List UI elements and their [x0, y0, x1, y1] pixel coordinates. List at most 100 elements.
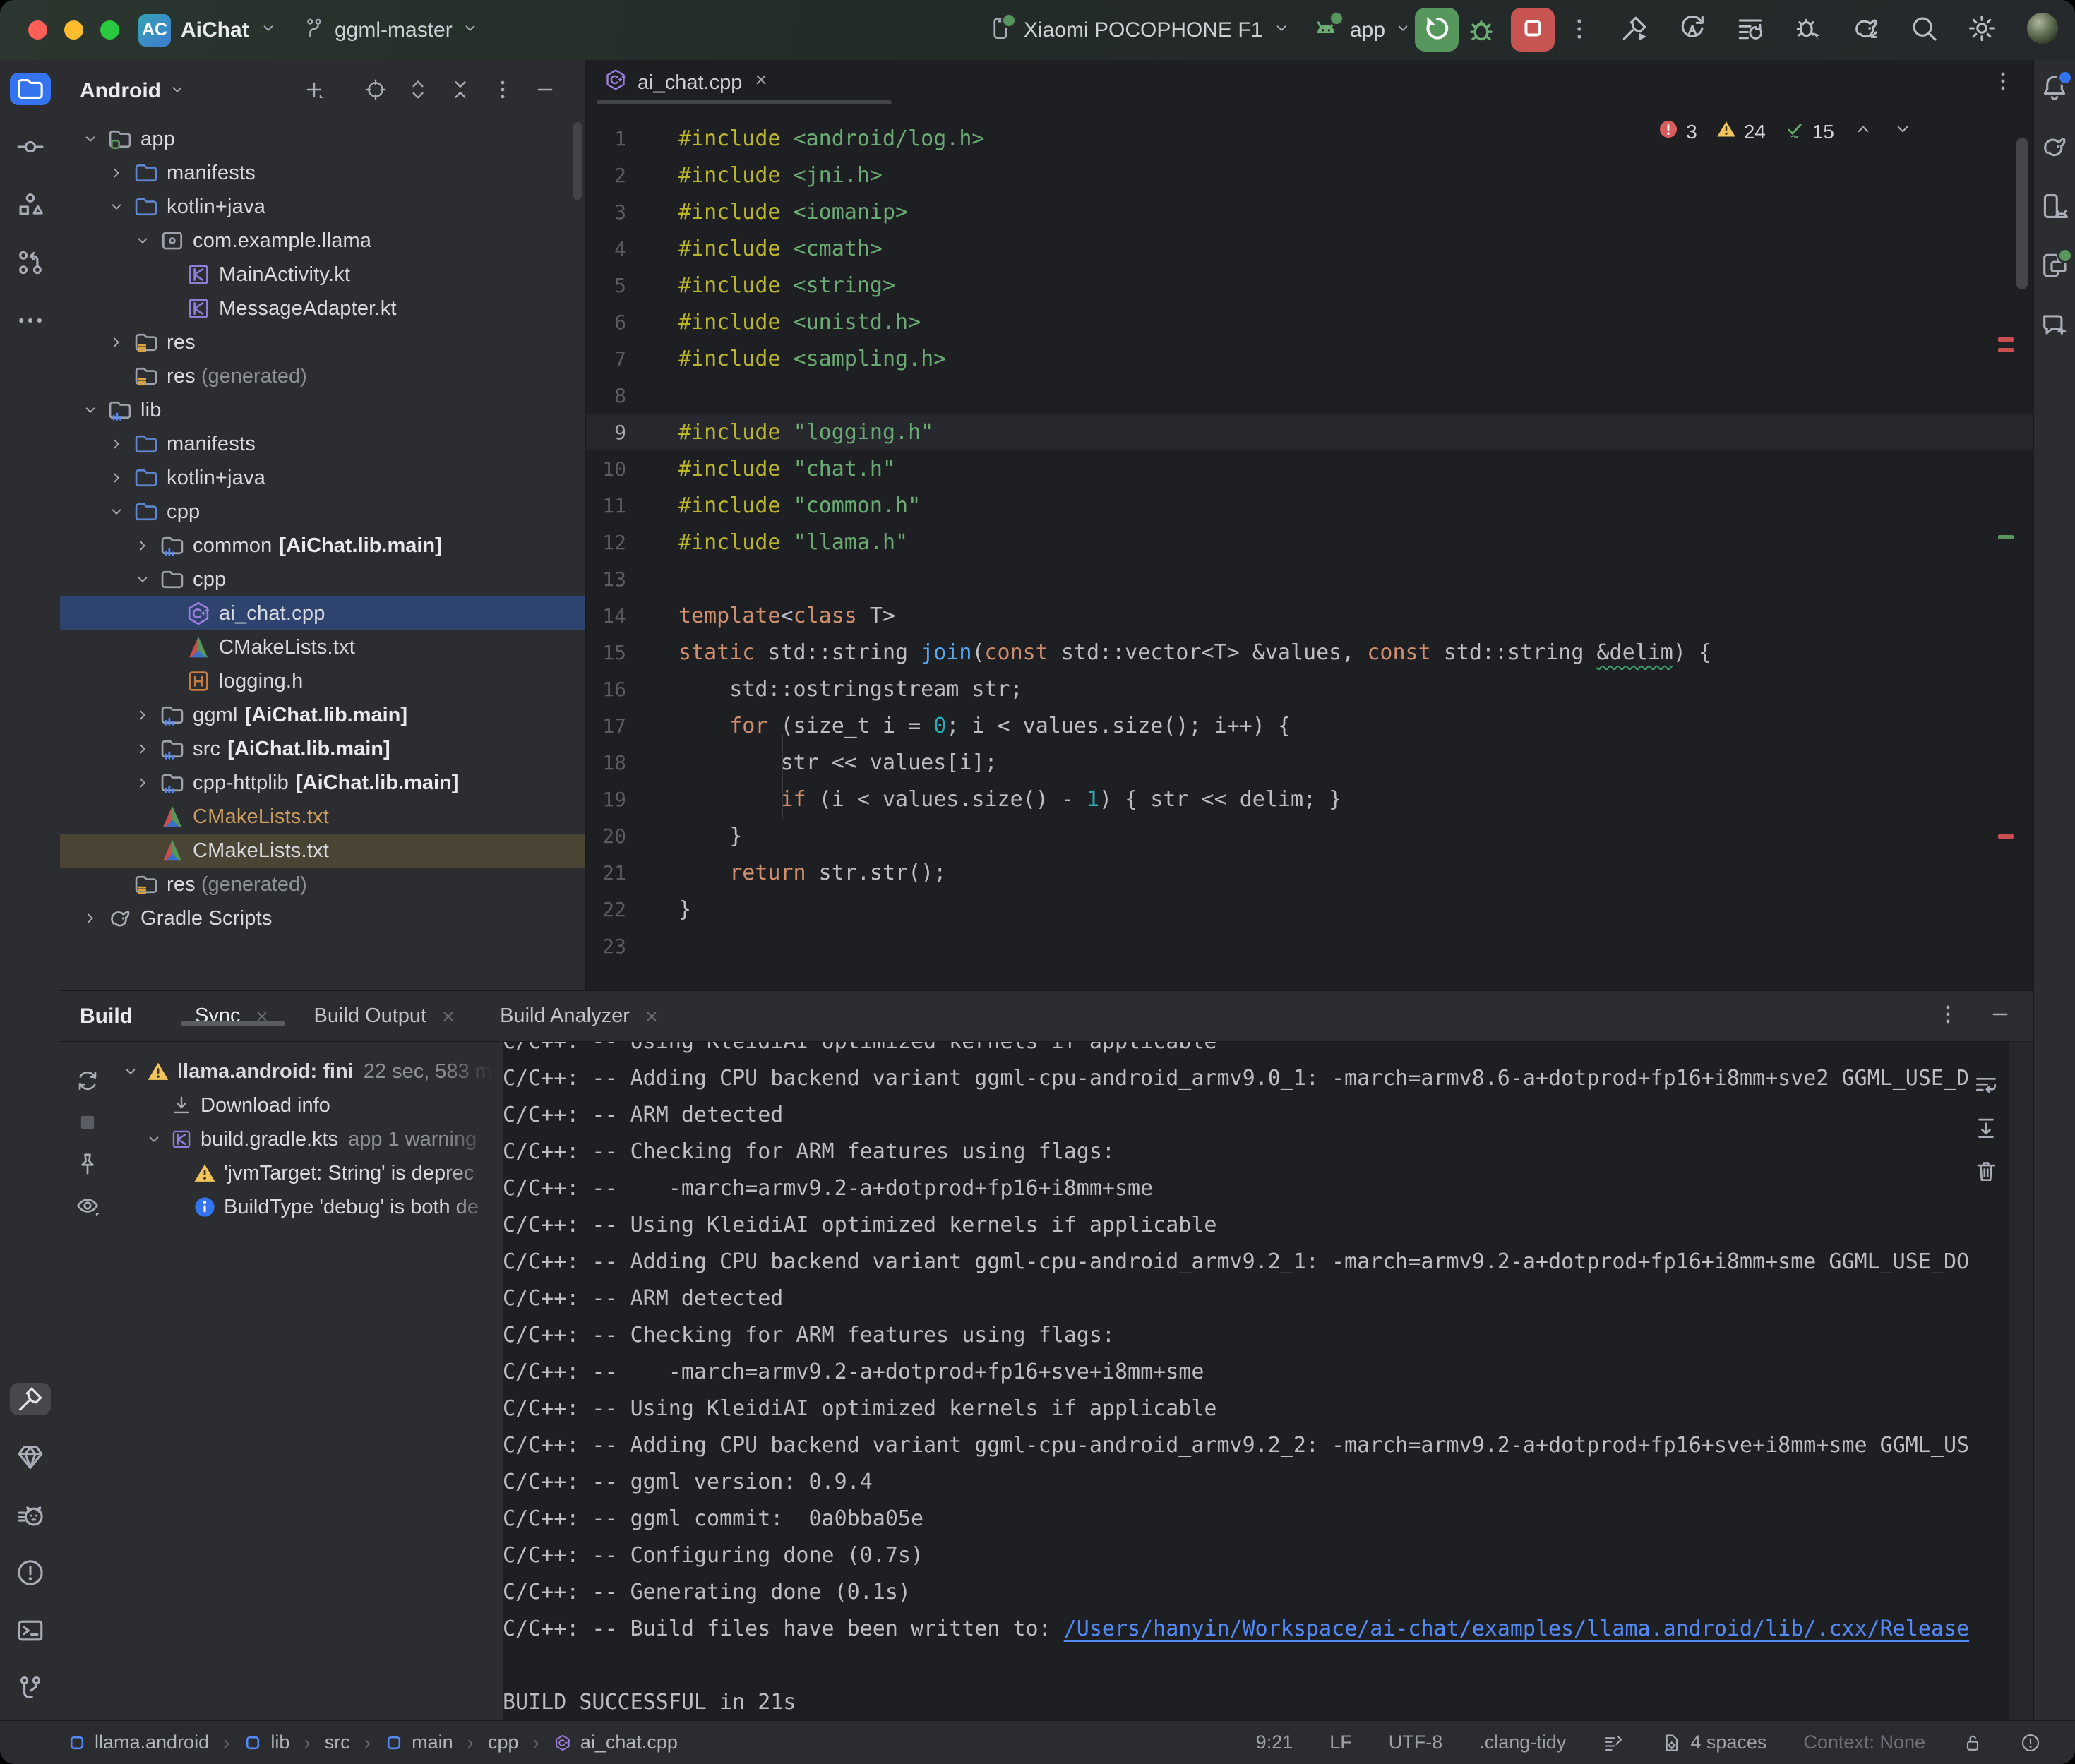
- status-widget-9-21[interactable]: 9:21: [1256, 1732, 1293, 1753]
- sync-alt-button[interactable]: [1677, 13, 1708, 47]
- vcs-branch-widget[interactable]: ggml-master: [302, 0, 479, 60]
- tree-item-kotlin-java[interactable]: kotlin+java: [60, 190, 585, 224]
- breadcrumb-item[interactable]: llama.android: [68, 1732, 209, 1753]
- build-console[interactable]: C/C++: -- Using KleidiAI optimized kerne…: [503, 1042, 2009, 1720]
- gradle-sync-button[interactable]: [1850, 13, 1882, 47]
- bug-attach-button[interactable]: [1793, 13, 1824, 47]
- log-link[interactable]: /Users/hanyin/Workspace/ai-chat/examples…: [1064, 1616, 1969, 1641]
- close-window-button[interactable]: [28, 20, 47, 40]
- tree-item-cpp-httplib[interactable]: cpp-httplib[AiChat.lib.main]: [60, 766, 585, 800]
- inspections-widget[interactable]: 3 24 15: [1658, 119, 1913, 145]
- soft-wrap-button[interactable]: [1973, 1072, 1999, 1102]
- chevron-down-icon[interactable]: [1892, 119, 1913, 140]
- tree-item-cpp[interactable]: cpp: [60, 563, 585, 596]
- tree-item-common[interactable]: common[AiChat.lib.main]: [60, 529, 585, 563]
- tree-item-res[interactable]: res(generated): [60, 868, 585, 901]
- chevron-right-icon[interactable]: [133, 740, 152, 758]
- tab-build-output[interactable]: Build Output: [292, 1004, 479, 1028]
- scroll-end-button[interactable]: [1973, 1115, 1999, 1145]
- error-stripe-mark[interactable]: [1998, 337, 2014, 342]
- tree-item-ai-chat-cpp[interactable]: ai_chat.cpp: [60, 596, 585, 630]
- tree-item-cpp[interactable]: cpp: [60, 495, 585, 529]
- tree-item-src[interactable]: src[AiChat.lib.main]: [60, 732, 585, 766]
- error-stripe-mark[interactable]: [1998, 834, 2014, 839]
- settings-button[interactable]: [1966, 13, 1997, 47]
- build-tree-item[interactable]: llama.android: fini22 sec, 583 ms: [115, 1055, 498, 1088]
- build-list-button[interactable]: [1735, 13, 1766, 47]
- user-avatar[interactable]: [2024, 10, 2061, 50]
- tool-stripe-problems-button[interactable]: [10, 1556, 51, 1589]
- status-widget-4-spaces[interactable]: 4 spaces: [1661, 1732, 1766, 1753]
- status-widget-context-none[interactable]: Context: None: [1803, 1732, 1925, 1753]
- more-run-options-button[interactable]: [1566, 16, 1593, 46]
- tool-stripe-vcs-button[interactable]: [10, 246, 51, 279]
- tool-stripe-more-button[interactable]: [10, 304, 51, 337]
- chevron-right-icon[interactable]: [133, 536, 152, 555]
- tool-stripe-project-button[interactable]: [10, 73, 51, 105]
- close-tab-icon[interactable]: [253, 1007, 271, 1026]
- chevron-down-icon[interactable]: [81, 130, 100, 148]
- target-button[interactable]: [364, 78, 388, 105]
- minimize-window-button[interactable]: [64, 20, 83, 40]
- next-problem-button[interactable]: [1892, 119, 1913, 145]
- tool-stripe-running-devices-button[interactable]: [2034, 249, 2075, 282]
- build-run-button[interactable]: [1619, 13, 1650, 47]
- build-options-button[interactable]: [1936, 1002, 1960, 1030]
- tab-scroll-indicator[interactable]: [597, 100, 892, 104]
- chevron-down-icon[interactable]: [145, 1130, 163, 1148]
- tree-item-res[interactable]: res(generated): [60, 359, 585, 393]
- search-button[interactable]: [1908, 13, 1939, 47]
- breadcrumb-item[interactable]: ai_chat.cpp: [554, 1732, 678, 1753]
- editor-scrollbar[interactable]: [2016, 138, 2028, 289]
- build-tree-item[interactable]: Download info: [115, 1088, 498, 1122]
- close-icon[interactable]: [752, 71, 770, 89]
- chevron-down-icon[interactable]: [81, 401, 100, 419]
- editor-options-button[interactable]: [1991, 69, 2015, 97]
- tool-stripe-gem-button[interactable]: [10, 1441, 51, 1473]
- hide-build-panel-button[interactable]: [1988, 1002, 2012, 1030]
- minus-button[interactable]: [533, 78, 557, 105]
- code-editor[interactable]: 1#include <android/log.h>2#include <jni.…: [587, 106, 2033, 990]
- status-widget-attention[interactable]: [2020, 1732, 2041, 1753]
- tree-item-ggml[interactable]: ggml[AiChat.lib.main]: [60, 698, 585, 732]
- chevron-down-icon[interactable]: [121, 1062, 140, 1081]
- tool-stripe-terminal-button[interactable]: [10, 1614, 51, 1647]
- chevron-down-icon[interactable]: [133, 570, 152, 589]
- error-stripe-mark[interactable]: [1998, 348, 2014, 352]
- tree-item-cmakelists-txt[interactable]: CMakeLists.txt: [60, 800, 585, 834]
- chevron-right-icon[interactable]: [107, 333, 126, 352]
- status-widget-formatter[interactable]: [1603, 1732, 1624, 1753]
- breadcrumb-item[interactable]: lib: [244, 1732, 289, 1753]
- eye-button[interactable]: [74, 1192, 101, 1223]
- tool-stripe-bell-button[interactable]: [2034, 71, 2075, 104]
- debug-button[interactable]: [1464, 13, 1498, 50]
- tree-item-manifests[interactable]: manifests: [60, 156, 585, 190]
- chevron-down-icon[interactable]: [133, 232, 152, 250]
- tree-item-logging-h[interactable]: logging.h: [60, 664, 585, 698]
- chevron-up-icon[interactable]: [1853, 119, 1874, 140]
- kebab-button[interactable]: [491, 78, 515, 105]
- tool-stripe-commit-button[interactable]: [10, 131, 51, 163]
- tab-sync[interactable]: Sync: [174, 1004, 292, 1028]
- tree-item-cmakelists-txt[interactable]: CMakeLists.txt: [60, 834, 585, 868]
- breadcrumb-item[interactable]: cpp: [488, 1732, 519, 1753]
- tree-item-kotlin-java[interactable]: kotlin+java: [60, 461, 585, 495]
- tree-item-cmakelists-txt[interactable]: CMakeLists.txt: [60, 630, 585, 664]
- project-widget[interactable]: AC AiChat: [138, 0, 277, 60]
- breadcrumb-item[interactable]: src: [325, 1732, 350, 1753]
- project-view-selector[interactable]: Android: [80, 79, 161, 103]
- rerun-button[interactable]: [1415, 8, 1459, 52]
- chevron-right-icon[interactable]: [107, 469, 126, 487]
- chevron-down-icon[interactable]: [107, 503, 126, 521]
- run-configuration-selector[interactable]: app: [1310, 0, 1412, 60]
- tool-stripe-build-button[interactable]: [10, 1383, 51, 1415]
- close-tab-icon[interactable]: [642, 1007, 661, 1026]
- tab-build-analyzer[interactable]: Build Analyzer: [479, 1004, 682, 1028]
- refresh-button[interactable]: [74, 1067, 101, 1098]
- chevron-down-icon[interactable]: [107, 198, 126, 216]
- chevron-right-icon[interactable]: [107, 164, 126, 182]
- close-tab-icon[interactable]: [439, 1007, 458, 1026]
- tree-item-manifests[interactable]: manifests: [60, 427, 585, 461]
- tool-stripe-gemini-button[interactable]: [2034, 308, 2075, 341]
- collapse-button[interactable]: [448, 78, 472, 105]
